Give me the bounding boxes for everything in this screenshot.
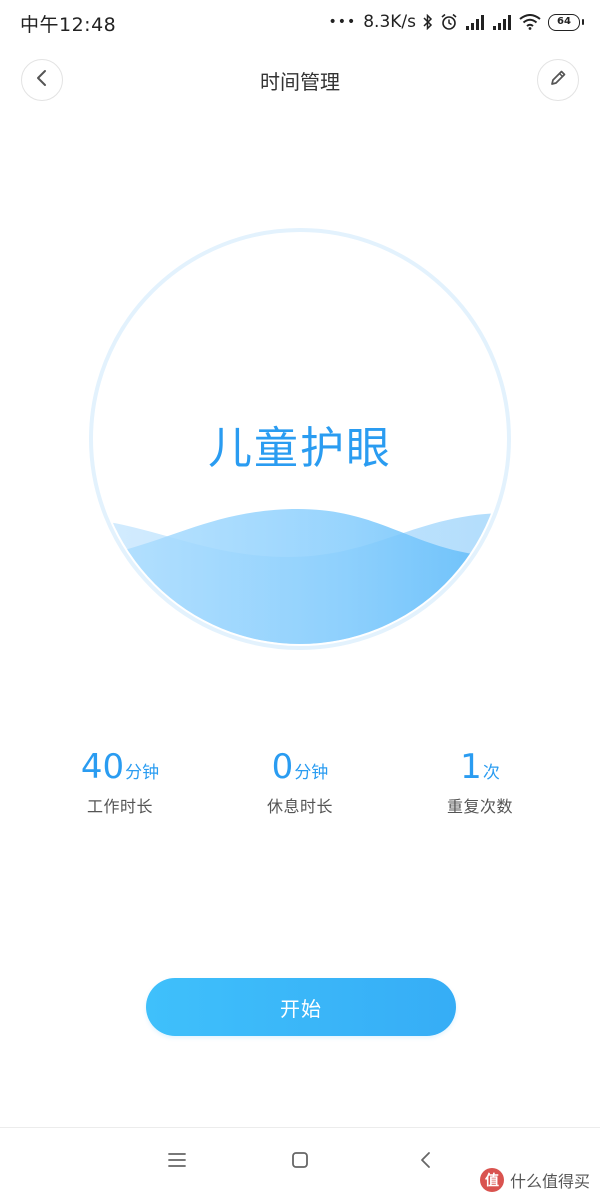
stat-unit: 次 <box>482 763 500 783</box>
stats-row: 40分钟 工作时长 0分钟 休息时长 1次 重复次数 <box>30 745 570 825</box>
alarm-icon <box>440 13 458 31</box>
mode-title: 儿童护眼 <box>208 423 392 474</box>
time-management-screen: 中午12:48 ••• 8.3K/s 64 时间管理 儿童护眼 40分钟 工作时… <box>0 0 600 1200</box>
stat-label: 工作时长 <box>86 797 153 816</box>
status-time: 中午12:48 <box>20 14 117 36</box>
menu-button[interactable] <box>165 1150 189 1174</box>
home-button[interactable] <box>288 1150 312 1174</box>
back-icon <box>419 1150 433 1174</box>
watermark-text: 什么值得买 <box>509 1172 590 1191</box>
stat-label: 重复次数 <box>446 797 513 816</box>
stat-value: 40 <box>80 747 125 787</box>
watermark: 值 什么值得买 <box>479 1168 590 1192</box>
work-duration-stat[interactable]: 40分钟 工作时长 <box>30 745 210 817</box>
status-bar: 中午12:48 ••• 8.3K/s 64 <box>0 0 600 44</box>
wifi-icon <box>519 14 541 30</box>
bottom-divider <box>0 1127 600 1128</box>
network-speed: 8.3K/s <box>363 12 416 32</box>
status-icons: ••• 8.3K/s 64 <box>328 9 584 35</box>
system-back-button[interactable] <box>414 1150 438 1174</box>
signal-icon <box>492 14 512 30</box>
start-button[interactable]: 开始 <box>146 978 456 1036</box>
stat-value: 1 <box>460 747 482 787</box>
pencil-icon <box>548 68 568 92</box>
page-title: 时间管理 <box>260 70 340 94</box>
more-dots: ••• <box>328 14 357 30</box>
repeat-count-stat[interactable]: 1次 重复次数 <box>390 745 570 817</box>
bluetooth-icon <box>423 14 433 30</box>
stat-unit: 分钟 <box>125 763 160 783</box>
signal-icon <box>465 14 485 30</box>
menu-icon <box>167 1152 187 1172</box>
rest-duration-stat[interactable]: 0分钟 休息时长 <box>210 745 390 817</box>
edit-button[interactable] <box>537 59 579 101</box>
battery-icon: 64 <box>548 13 584 31</box>
stat-unit: 分钟 <box>294 763 329 783</box>
home-icon <box>290 1150 310 1174</box>
stat-value: 0 <box>271 747 294 787</box>
watermark-logo: 值 <box>479 1168 504 1192</box>
stat-label: 休息时长 <box>266 797 333 816</box>
